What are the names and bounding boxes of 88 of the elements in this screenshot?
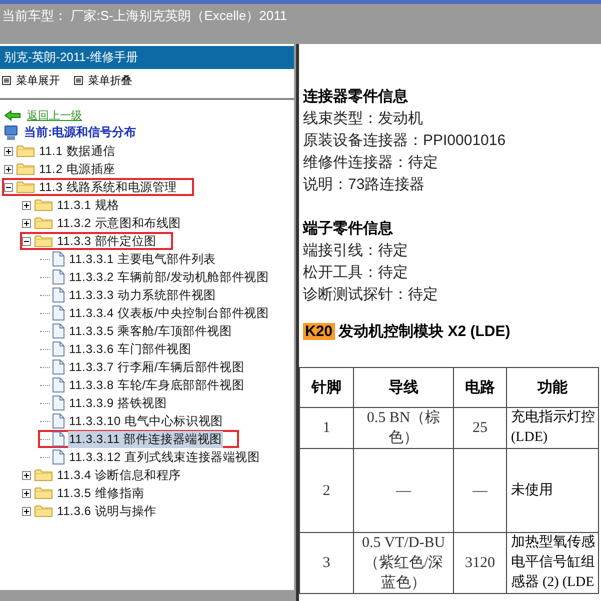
expand-icon[interactable] — [22, 506, 31, 516]
column-header: 电路 — [454, 368, 506, 408]
expand-icon[interactable] — [4, 164, 13, 174]
info-line: 线束类型：发动机 — [303, 109, 424, 129]
tree-item[interactable]: 11.3.1 规格 — [56, 196, 121, 214]
component-name: 发动机控制模块 X2 (LDE) — [338, 322, 510, 341]
folder-icon — [34, 198, 53, 212]
expand-icon[interactable] — [4, 146, 13, 156]
document-icon — [52, 251, 65, 267]
tree-item[interactable]: 11.3.3.6 车门部件视图 — [68, 340, 192, 358]
column-header: 导线 — [354, 368, 454, 408]
folder-icon — [34, 486, 53, 500]
document-icon — [52, 413, 65, 429]
folder-icon — [16, 180, 35, 194]
tree-item[interactable]: 11.3 线路系统和电源管理 — [38, 178, 178, 196]
computer-icon — [4, 124, 18, 140]
back-link[interactable]: 返回上一级 — [27, 108, 82, 123]
collapse-icon[interactable] — [4, 182, 13, 192]
menu-link[interactable]: 菜单折叠 — [88, 73, 132, 88]
document-icon — [52, 341, 65, 357]
document-icon — [52, 449, 65, 465]
tree-item[interactable]: 11.3.3.8 车轮/车身底部部件视图 — [68, 376, 246, 394]
tree-item[interactable]: 11.3.3.5 乘客舱/车顶部件视图 — [68, 322, 233, 340]
tree-item[interactable]: 11.3.3.3 动力系统部件视图 — [68, 286, 217, 304]
tree-item[interactable]: 11.3.3.2 车辆前部/发动机舱部件视图 — [68, 268, 270, 286]
tree-item[interactable]: 11.3.2 示意图和布线图 — [56, 214, 182, 232]
tree-item[interactable]: 11.3.3.4 仪表板/中央控制台部件视图 — [68, 304, 270, 322]
table-cell: 0.5 VT/D-BU（紫红色/深蓝色） — [354, 532, 454, 594]
expand-icon[interactable] — [22, 200, 31, 210]
document-icon — [52, 431, 65, 447]
table-cell: 1 — [300, 408, 354, 448]
folder-icon — [34, 504, 53, 518]
section-title: 端子零件信息 — [303, 219, 394, 239]
tree-item[interactable]: 11.3.3.12 直列式线束连接器端视图 — [68, 448, 261, 466]
folder-icon — [34, 468, 53, 482]
expand-icon[interactable] — [22, 470, 31, 480]
vehicle-title: 当前车型： 厂家:S-上海别克英朗（Excelle）2011 — [1, 7, 288, 25]
expand-icon[interactable] — [22, 488, 31, 498]
table-cell: 3120 — [454, 532, 506, 594]
table-cell: 3 — [300, 532, 354, 594]
table-cell: 未使用 — [506, 448, 598, 532]
table-cell: 0.5 BN（棕色） — [354, 408, 454, 448]
tree-item[interactable]: 11.3.4 诊断信息和程序 — [56, 466, 182, 484]
info-line: 松开工具：待定 — [303, 263, 409, 283]
folder-icon — [16, 144, 35, 158]
list-icon[interactable] — [2, 76, 11, 85]
document-icon — [52, 269, 65, 285]
document-icon — [52, 305, 65, 321]
folder-icon — [16, 162, 35, 176]
column-header: 功能 — [506, 368, 598, 408]
tree-item[interactable]: 11.3.5 维修指南 — [56, 484, 146, 502]
document-icon — [52, 377, 65, 393]
document-icon — [52, 287, 65, 303]
tree-item[interactable]: 11.3.6 说明与操作 — [56, 502, 158, 520]
table-cell: — — [454, 448, 506, 532]
tree-item[interactable]: 11.3.3.9 搭铁视图 — [68, 394, 168, 412]
info-line: 原装设备连接器：PPI0001016 — [303, 131, 507, 151]
table-cell: 2 — [300, 448, 354, 532]
table-cell: 25 — [454, 408, 506, 448]
tree-item[interactable]: 11.3.3.7 行李厢/车辆后部件视图 — [68, 358, 246, 376]
info-line: 维修件连接器：待定 — [303, 153, 439, 173]
expand-icon[interactable] — [22, 218, 31, 228]
folder-icon — [34, 234, 53, 248]
document-icon — [52, 323, 65, 339]
collapse-icon[interactable] — [22, 236, 31, 246]
tree-item[interactable]: 11.3.3.10 电气中心标识视图 — [68, 412, 224, 430]
menu-link[interactable]: 菜单展开 — [16, 73, 60, 88]
tree-item[interactable]: 11.2 电源插座 — [38, 160, 116, 178]
info-line: 说明：73路连接器 — [303, 175, 426, 195]
manual-title: 别克-英朗-2011-维修手册 — [0, 46, 294, 69]
column-header: 针脚 — [300, 368, 354, 408]
document-icon — [52, 395, 65, 411]
current-location: 当前:电源和信号分布 — [24, 124, 136, 141]
folder-icon — [34, 216, 53, 230]
list-icon[interactable] — [74, 76, 83, 85]
info-line: 诊断测试探针：待定 — [303, 285, 439, 305]
document-icon — [52, 359, 65, 375]
table-cell: 加热型氧传感 电平信号缸组 感器 (2) (LDE — [506, 532, 598, 594]
tree-item[interactable]: 11.1 数据通信 — [38, 142, 116, 160]
table-cell: — — [354, 448, 454, 532]
info-line: 端接引线：待定 — [303, 241, 409, 261]
tree-item[interactable]: 11.3.3 部件定位图 — [56, 232, 158, 250]
component-code: K20 — [303, 323, 335, 340]
tree-item[interactable]: 11.3.3.1 主要电气部件列表 — [68, 250, 217, 268]
table-cell: 充电指示灯控 (LDE) — [506, 408, 598, 448]
arrow-left-icon[interactable] — [4, 110, 21, 121]
section-title: 连接器零件信息 — [303, 87, 409, 107]
tree-item[interactable]: 11.3.3.11 部件连接器端视图 — [68, 430, 223, 448]
